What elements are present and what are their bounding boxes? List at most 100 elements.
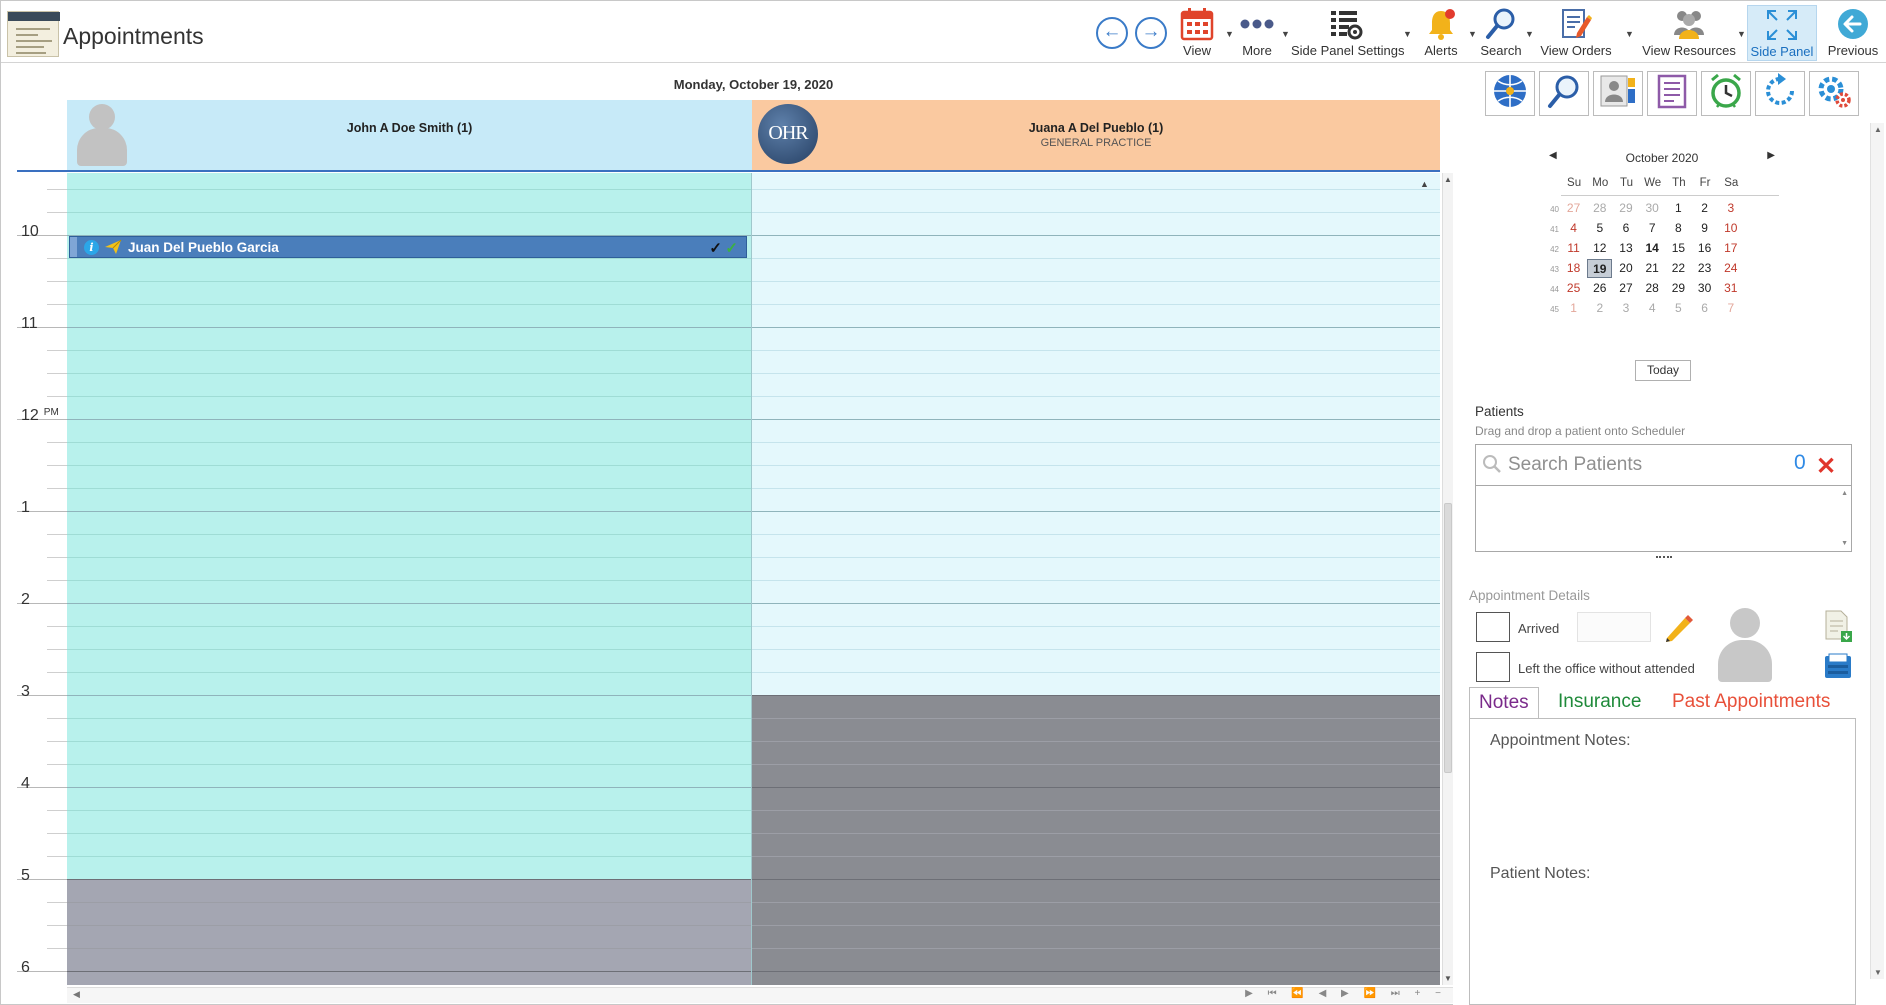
resource-column-john[interactable] — [67, 173, 752, 985]
calendar-day[interactable]: 5 — [1587, 219, 1612, 238]
tab-insurance[interactable]: Insurance — [1549, 687, 1650, 719]
view-orders-dropdown-chevron-icon[interactable]: ▼ — [1625, 29, 1634, 39]
side-panel-settings-button[interactable]: Side Panel Settings — [1291, 5, 1404, 61]
checklist-button[interactable] — [1647, 71, 1697, 116]
calendar-day-selected[interactable]: 19 — [1587, 259, 1613, 278]
calendar-day[interactable]: 31 — [1718, 279, 1743, 298]
side-panel-button[interactable]: Side Panel — [1747, 5, 1817, 61]
calendar-day[interactable]: 11 — [1561, 239, 1586, 258]
calendar-day[interactable]: 7 — [1718, 299, 1743, 318]
settings-button[interactable] — [1809, 71, 1859, 116]
alerts-button[interactable]: Alerts — [1417, 5, 1465, 61]
calendar-day[interactable]: 30 — [1692, 279, 1717, 298]
available-time-block[interactable] — [67, 173, 751, 879]
arrived-checkbox[interactable] — [1476, 612, 1510, 642]
available-time-block[interactable] — [752, 173, 1440, 695]
globe-button[interactable] — [1485, 71, 1535, 116]
today-button[interactable]: Today — [1635, 360, 1691, 381]
more-dropdown-chevron-icon[interactable]: ▼ — [1281, 29, 1290, 39]
calendar-day[interactable]: 30 — [1640, 199, 1665, 218]
tab-past-appointments[interactable]: Past Appointments — [1663, 687, 1839, 719]
scroll-down-arrow-icon[interactable]: ▼ — [1443, 974, 1453, 983]
resource-column-juana[interactable] — [752, 173, 1440, 985]
archive-tray-icon[interactable] — [1823, 652, 1853, 685]
list-scroll-down-icon[interactable]: ▼ — [1841, 540, 1848, 547]
resource-header-john[interactable]: John A Doe Smith (1) — [67, 100, 752, 170]
info-icon[interactable]: i — [84, 240, 99, 255]
forward-arrow-icon[interactable]: → — [1135, 17, 1167, 49]
left-without-attended-checkbox[interactable] — [1476, 652, 1510, 682]
calendar-day[interactable]: 29 — [1613, 199, 1638, 218]
calendar-day[interactable]: 13 — [1613, 239, 1638, 258]
calendar-day[interactable]: 28 — [1640, 279, 1665, 298]
calendar-day[interactable]: 4 — [1561, 219, 1586, 238]
calendar-day[interactable]: 26 — [1587, 279, 1612, 298]
tab-notes[interactable]: Notes — [1469, 687, 1539, 720]
calendar-day[interactable]: 7 — [1640, 219, 1665, 238]
list-scroll-up-icon[interactable]: ▲ — [1841, 490, 1848, 497]
clear-search-icon[interactable]: ✕ — [1816, 452, 1836, 481]
calendar-day[interactable]: 6 — [1692, 299, 1717, 318]
view-orders-button[interactable]: View Orders — [1537, 5, 1615, 61]
unavailable-time-block[interactable] — [752, 695, 1440, 985]
search-tool-button[interactable] — [1539, 71, 1589, 116]
calendar-day[interactable]: 27 — [1613, 279, 1638, 298]
scroll-left-arrow-icon[interactable]: ◀ — [73, 989, 80, 1000]
calendar-day[interactable]: 29 — [1666, 279, 1691, 298]
patient-results-list[interactable]: ▲ ▼ — [1475, 486, 1852, 552]
side-scroll-down-icon[interactable]: ▼ — [1871, 968, 1885, 977]
scrollbar-thumb[interactable] — [1444, 503, 1452, 773]
view-resources-dropdown-chevron-icon[interactable]: ▼ — [1737, 29, 1746, 39]
calendar-day[interactable]: 28 — [1587, 199, 1612, 218]
calendar-day[interactable]: 6 — [1613, 219, 1638, 238]
calendar-day[interactable]: 18 — [1561, 259, 1586, 278]
calendar-day[interactable]: 25 — [1561, 279, 1586, 298]
calendar-day[interactable]: 3 — [1613, 299, 1638, 318]
previous-button[interactable]: Previous — [1823, 5, 1883, 61]
calendar-day[interactable]: 20 — [1613, 259, 1638, 278]
patient-search-input[interactable] — [1508, 451, 1768, 479]
calendar-day[interactable]: 2 — [1587, 299, 1612, 318]
calendar-day[interactable]: 24 — [1718, 259, 1743, 278]
calendar-day[interactable]: 27 — [1561, 199, 1586, 218]
scroll-up-arrow-icon[interactable]: ▲ — [1443, 175, 1453, 184]
refresh-button[interactable] — [1755, 71, 1805, 116]
calendar-day[interactable]: 1 — [1666, 199, 1691, 218]
search-button[interactable]: Search — [1477, 5, 1525, 61]
calendar-day[interactable]: 2 — [1692, 199, 1717, 218]
scheduler-vertical-scrollbar[interactable]: ▲ ▼ — [1442, 173, 1453, 985]
back-arrow-icon[interactable]: ← — [1096, 17, 1128, 49]
edit-pencil-icon[interactable] — [1663, 611, 1695, 648]
calendar-day[interactable]: 5 — [1666, 299, 1691, 318]
alarm-clock-button[interactable] — [1701, 71, 1751, 116]
calendar-day[interactable]: 12 — [1587, 239, 1612, 258]
resource-header-juana[interactable]: OHR Juana A Del Pueblo (1) GENERAL PRACT… — [752, 100, 1440, 170]
search-dropdown-chevron-icon[interactable]: ▼ — [1525, 29, 1534, 39]
calendar-day[interactable]: 10 — [1718, 219, 1743, 238]
calendar-next-month-icon[interactable]: ▶ — [1767, 150, 1775, 161]
calendar-day[interactable]: 22 — [1666, 259, 1691, 278]
contact-card-button[interactable] — [1593, 71, 1643, 116]
arrived-time-field[interactable] — [1577, 612, 1651, 642]
calendar-day[interactable]: 21 — [1640, 259, 1665, 278]
resize-grip[interactable] — [1656, 556, 1672, 560]
resource-navigator[interactable]: ▶ ⏮ ⏪ ◀ ▶ ⏩ ⏭ + − — [1245, 988, 1447, 999]
calendar-day[interactable]: 15 — [1666, 239, 1691, 258]
document-download-icon[interactable] — [1823, 609, 1853, 648]
alerts-dropdown-chevron-icon[interactable]: ▼ — [1468, 29, 1477, 39]
calendar-day[interactable]: 23 — [1692, 259, 1717, 278]
side-panel-scrollbar[interactable]: ▲ ▼ — [1870, 123, 1884, 979]
view-resources-button[interactable]: View Resources — [1641, 5, 1737, 61]
view-button[interactable]: View — [1173, 5, 1221, 61]
time-grid[interactable]: 10 11 12 PM 1 2 3 4 5 6 i Juan Del Pueblo Garcia … — [7, 173, 1453, 985]
calendar-day[interactable]: 4 — [1640, 299, 1665, 318]
calendar-day[interactable]: 17 — [1718, 239, 1743, 258]
more-button[interactable]: More — [1233, 5, 1281, 61]
unavailable-time-block[interactable] — [67, 879, 751, 985]
side-panel-settings-dropdown-chevron-icon[interactable]: ▼ — [1403, 29, 1412, 39]
calendar-day[interactable]: 9 — [1692, 219, 1717, 238]
calendar-day[interactable]: 8 — [1666, 219, 1691, 238]
appointment-block[interactable]: i Juan Del Pueblo Garcia ✓ ✓ — [69, 236, 747, 258]
calendar-day-today[interactable]: 14 — [1640, 239, 1665, 258]
calendar-day[interactable]: 3 — [1718, 199, 1743, 218]
